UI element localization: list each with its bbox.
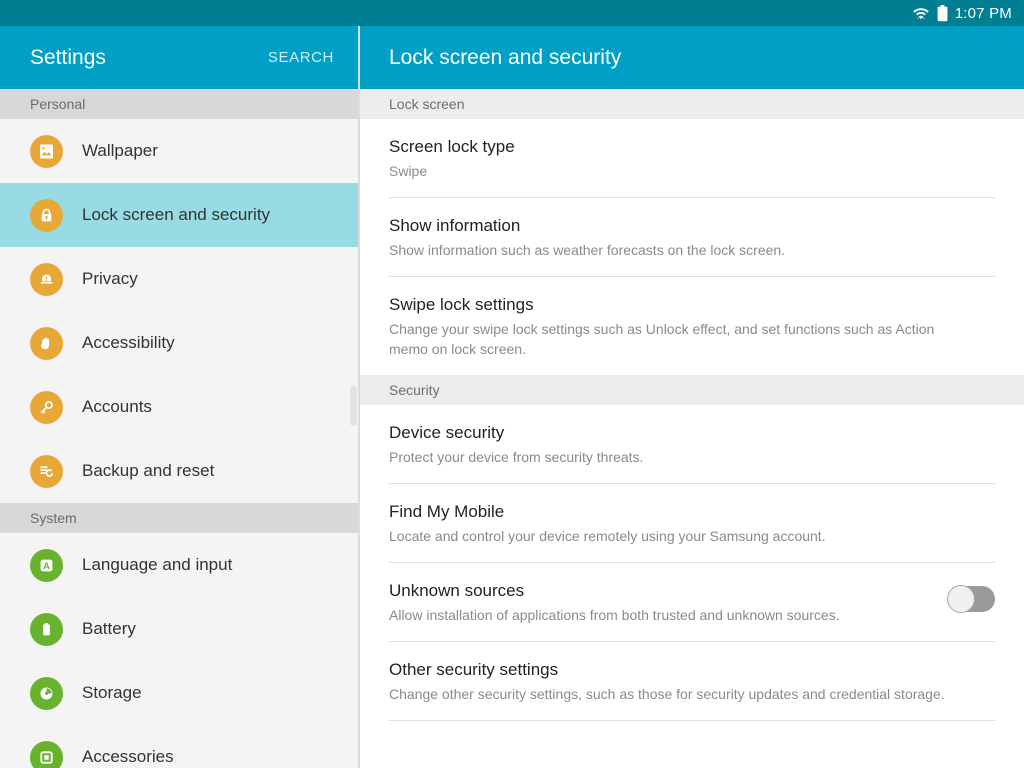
sidebar-item-label: Language and input — [82, 555, 233, 574]
sidebar-item-label: Accessories — [82, 747, 174, 766]
sidebar-item-label: Privacy — [82, 269, 138, 288]
key-icon — [30, 390, 63, 424]
lock-icon — [30, 198, 63, 232]
sidebar-item-accounts[interactable]: Accounts — [0, 375, 358, 439]
sidebar-item-label: Lock screen and security — [82, 205, 271, 224]
hand-icon — [30, 326, 63, 360]
row-text: Show information Show information such a… — [389, 214, 995, 260]
storage-icon — [30, 676, 63, 710]
row-text: Swipe lock settings Change your swipe lo… — [389, 293, 995, 359]
sidebar-item-label: Wallpaper — [82, 141, 158, 160]
divider — [389, 720, 995, 721]
list-item-swipe-lock-settings[interactable]: Swipe lock settings Change your swipe lo… — [360, 277, 1024, 375]
list-item-title: Unknown sources — [389, 581, 525, 600]
battery-icon — [937, 4, 948, 22]
list-item-find-my-mobile[interactable]: Find My Mobile Locate and control your d… — [360, 484, 1024, 562]
list-item-subtitle: Show information such as weather forecas… — [389, 242, 786, 258]
list-item-subtitle: Locate and control your device remotely … — [389, 528, 826, 544]
sidebar-item-label: Accounts — [82, 397, 152, 416]
sidebar-item-label: Battery — [82, 619, 136, 638]
backup-restore-icon — [30, 454, 63, 488]
list-item-screen-lock-type[interactable]: Screen lock type Swipe — [360, 119, 1024, 197]
sidebar-item-accessories[interactable]: Accessories — [0, 725, 358, 768]
sidebar-item-privacy[interactable]: Privacy — [0, 247, 358, 311]
privacy-icon — [30, 262, 63, 296]
sidebar-item-label: Backup and reset — [82, 461, 215, 480]
list-item-title: Screen lock type — [389, 137, 515, 156]
unknown-sources-toggle[interactable] — [947, 585, 995, 613]
list-item-title: Find My Mobile — [389, 502, 505, 521]
accessories-icon — [30, 740, 63, 768]
detail-panel: Lock screen and security Lock screen Scr… — [360, 26, 1024, 768]
page-title: Settings — [30, 45, 106, 69]
row-text: Device security Protect your device from… — [389, 421, 995, 467]
list-item-title: Show information — [389, 216, 521, 235]
sidebar-item-label: Storage — [82, 683, 142, 702]
sidebar-item-storage[interactable]: Storage — [0, 661, 358, 725]
list-item-subtitle: Change your swipe lock settings such as … — [389, 321, 935, 357]
status-clock: 1:07 PM — [954, 4, 1012, 22]
search-button[interactable]: SEARCH — [268, 49, 334, 66]
list-item-title: Other security settings — [389, 660, 559, 679]
sidebar-item-language-and-input[interactable]: A Language and input — [0, 533, 358, 597]
sidebar-header: Settings SEARCH — [0, 26, 358, 89]
sidebar-scrollbar[interactable] — [350, 386, 357, 426]
list-item-unknown-sources[interactable]: Unknown sources Allow installation of ap… — [360, 563, 1024, 641]
sidebar-item-wallpaper[interactable]: Wallpaper — [0, 119, 358, 183]
row-text: Unknown sources Allow installation of ap… — [389, 579, 948, 625]
list-item-subtitle: Swipe — [389, 163, 428, 179]
sidebar-section-system: System — [0, 503, 358, 533]
sidebar-item-label: Accessibility — [82, 333, 175, 352]
wallpaper-icon — [30, 134, 63, 168]
status-bar: 1:07 PM — [0, 0, 1024, 26]
list-item-other-security-settings[interactable]: Other security settings Change other sec… — [360, 642, 1024, 720]
panel-title: Lock screen and security — [389, 45, 622, 69]
row-text: Find My Mobile Locate and control your d… — [389, 500, 995, 546]
language-icon: A — [30, 548, 63, 582]
svg-text:A: A — [43, 561, 50, 572]
sidebar-item-lock-screen-and-security[interactable]: Lock screen and security — [0, 183, 358, 247]
list-item-subtitle: Allow installation of applications from … — [389, 607, 840, 623]
sidebar-item-backup-and-reset[interactable]: Backup and reset — [0, 439, 358, 503]
panel-section-lock-screen: Lock screen — [360, 89, 1024, 119]
panel-header: Lock screen and security — [360, 26, 1024, 89]
list-item-title: Swipe lock settings — [389, 295, 534, 314]
row-text: Screen lock type Swipe — [389, 135, 995, 181]
list-item-device-security[interactable]: Device security Protect your device from… — [360, 405, 1024, 483]
sidebar-item-accessibility[interactable]: Accessibility — [0, 311, 358, 375]
battery-icon — [30, 612, 63, 646]
sidebar-section-personal: Personal — [0, 89, 358, 119]
panel-section-security: Security — [360, 375, 1024, 405]
wifi-icon — [912, 5, 930, 21]
toggle-thumb — [947, 585, 975, 613]
list-item-show-information[interactable]: Show information Show information such a… — [360, 198, 1024, 276]
list-item-subtitle: Change other security settings, such as … — [389, 686, 945, 702]
settings-sidebar: Settings SEARCH Personal Wallpaper Lock … — [0, 26, 358, 768]
row-text: Other security settings Change other sec… — [389, 658, 995, 704]
list-item-title: Device security — [389, 423, 505, 442]
sidebar-item-battery[interactable]: Battery — [0, 597, 358, 661]
list-item-subtitle: Protect your device from security threat… — [389, 449, 644, 465]
